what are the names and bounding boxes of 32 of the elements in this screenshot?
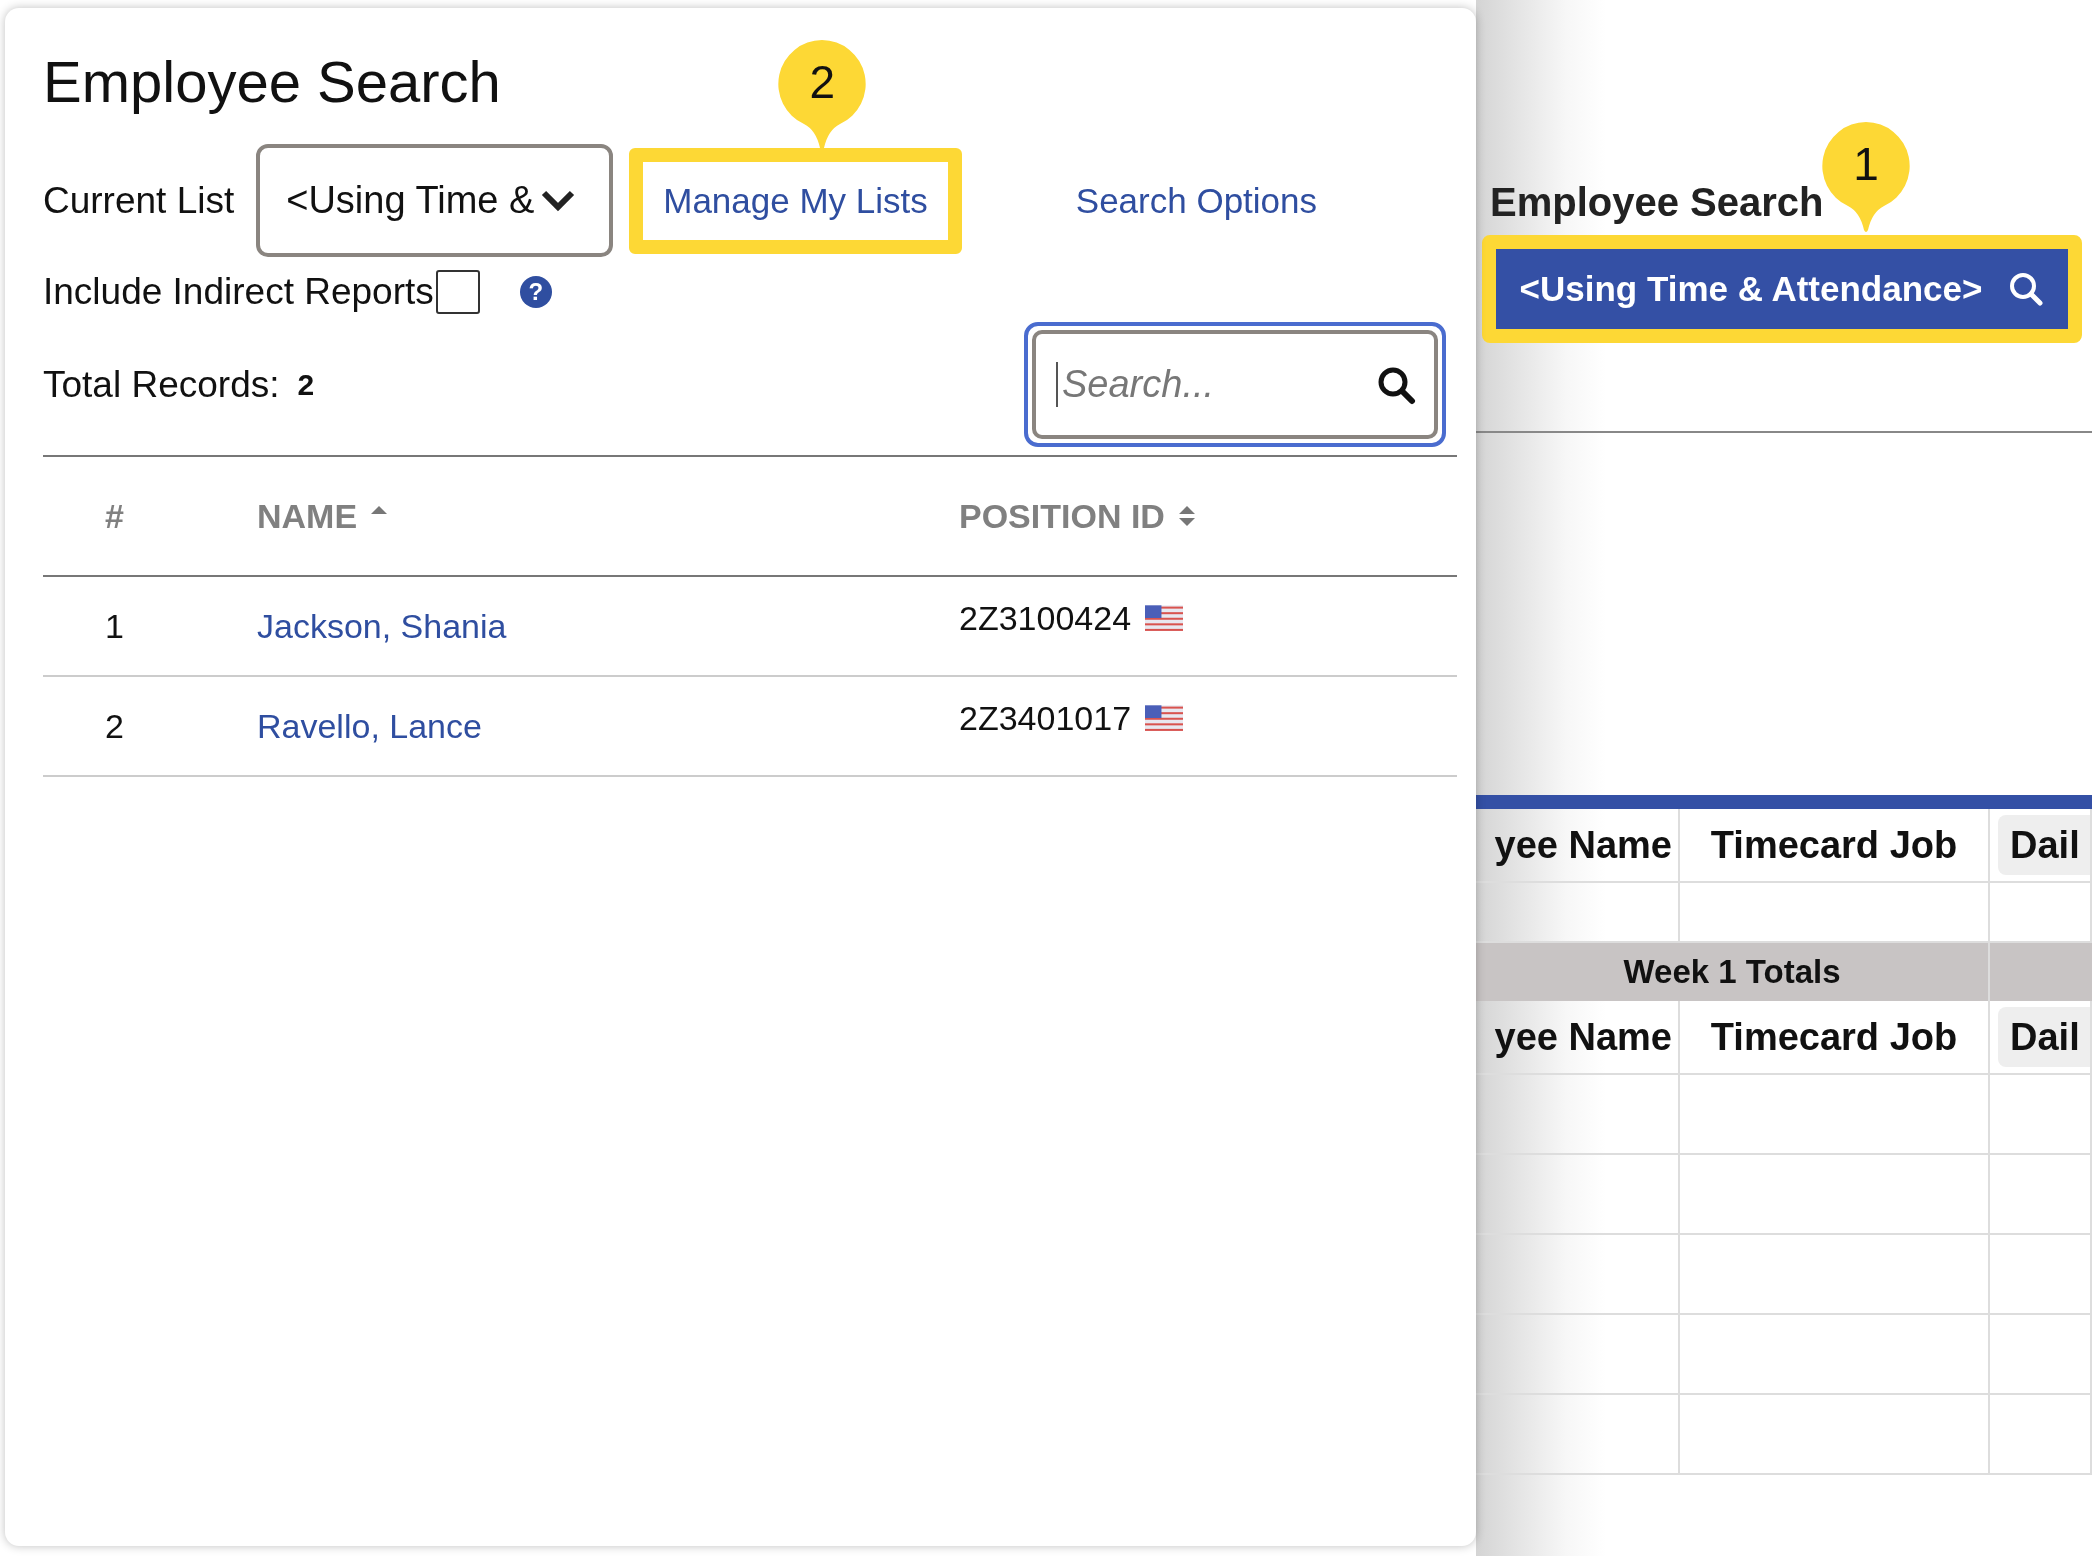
employee-link[interactable]: Jackson, Shania (257, 606, 507, 645)
flag-icon (1145, 605, 1184, 631)
field-label: Total Records: (43, 363, 280, 406)
record-count: 2 (297, 367, 315, 402)
position-id: 2Z3100424 (959, 598, 1132, 638)
link[interactable]: Manage My Lists (629, 147, 962, 254)
employee-link[interactable]: Ravello, Lance (257, 706, 482, 745)
column-header: yee Name (1476, 809, 1680, 883)
column-header: Timecard Job (1680, 809, 1990, 883)
field-label: Current List (43, 179, 235, 222)
column-header: Timecard Job (1680, 1001, 1990, 1075)
column-header: Dail (1998, 815, 2090, 875)
column-header: Dail (1998, 1007, 2090, 1067)
checkbox-label: Include Indirect Reports (43, 271, 434, 313)
row-number: 1 (105, 606, 124, 645)
search-box[interactable]: Search... (1032, 330, 1438, 439)
chevron-down-icon (540, 188, 577, 213)
flag-icon (1145, 705, 1184, 731)
column-header[interactable]: POSITION ID (959, 496, 1165, 536)
column-header[interactable]: NAME (257, 496, 358, 536)
position-id: 2Z3401017 (959, 698, 1132, 738)
search-icon (2008, 271, 2045, 307)
dialog-title: Employee Search (43, 48, 501, 115)
list-dropdown[interactable]: <Using Time & (256, 144, 614, 257)
column-header: yee Name (1476, 1001, 1680, 1075)
help-icon[interactable]: ? (519, 276, 552, 308)
column-header[interactable]: # (105, 496, 124, 536)
row-number: 2 (105, 706, 124, 745)
totals-row: Week 1 Totals (1476, 943, 1990, 1001)
checkbox[interactable] (435, 270, 480, 314)
link[interactable]: Search Options (1041, 147, 1352, 254)
list-button[interactable]: <Using Time & Attendance> (1496, 249, 2068, 329)
